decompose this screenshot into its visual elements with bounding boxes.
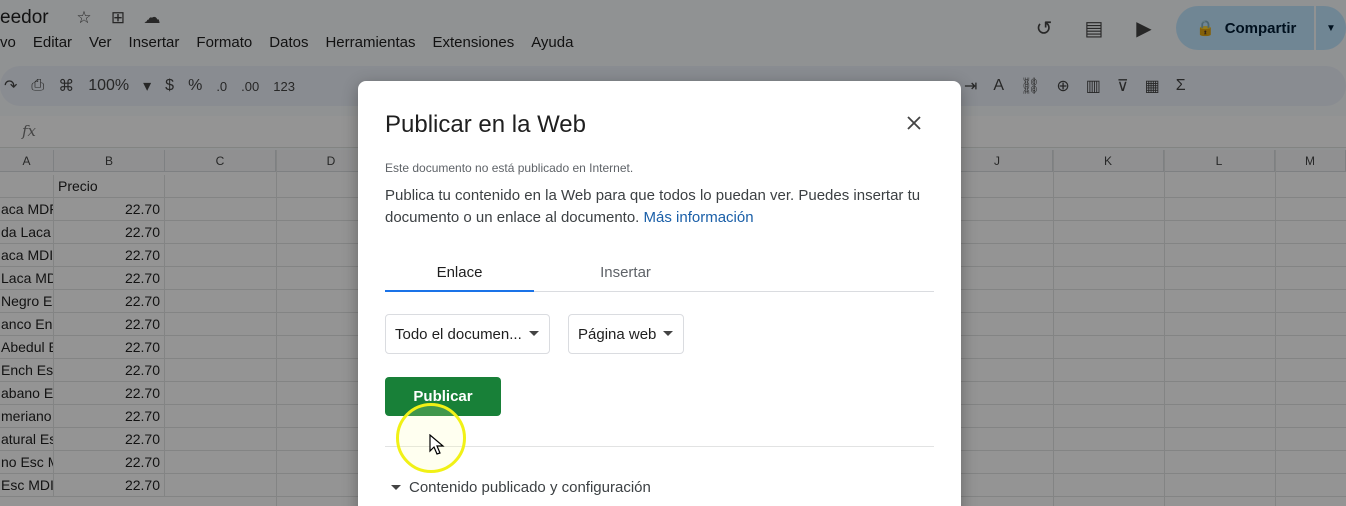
- expander-label: Contenido publicado y configuración: [409, 479, 651, 496]
- expand-triangle-icon: [391, 485, 401, 490]
- range-select[interactable]: Todo el documen...: [385, 314, 550, 354]
- format-select-value: Página web: [578, 325, 657, 343]
- divider: [385, 446, 934, 447]
- close-icon: [907, 116, 921, 130]
- range-select-value: Todo el documen...: [395, 325, 522, 343]
- format-select[interactable]: Página web: [568, 314, 684, 354]
- dialog-description: Publica tu contenido en la Web para que …: [385, 185, 945, 229]
- publish-status: Este documento no está publicado en Inte…: [385, 161, 634, 175]
- publish-tabs: Enlace Insertar: [385, 259, 934, 292]
- mouse-pointer-icon: [429, 434, 445, 455]
- dialog-title: Publicar en la Web: [385, 111, 586, 138]
- chevron-down-icon: [663, 331, 673, 336]
- tab-embed[interactable]: Insertar: [549, 259, 702, 292]
- more-info-link[interactable]: Más información: [644, 209, 754, 226]
- tab-link[interactable]: Enlace: [385, 259, 534, 292]
- published-content-settings-expander[interactable]: Contenido publicado y configuración: [391, 479, 651, 496]
- close-button[interactable]: [902, 111, 926, 135]
- chevron-down-icon: [529, 331, 539, 336]
